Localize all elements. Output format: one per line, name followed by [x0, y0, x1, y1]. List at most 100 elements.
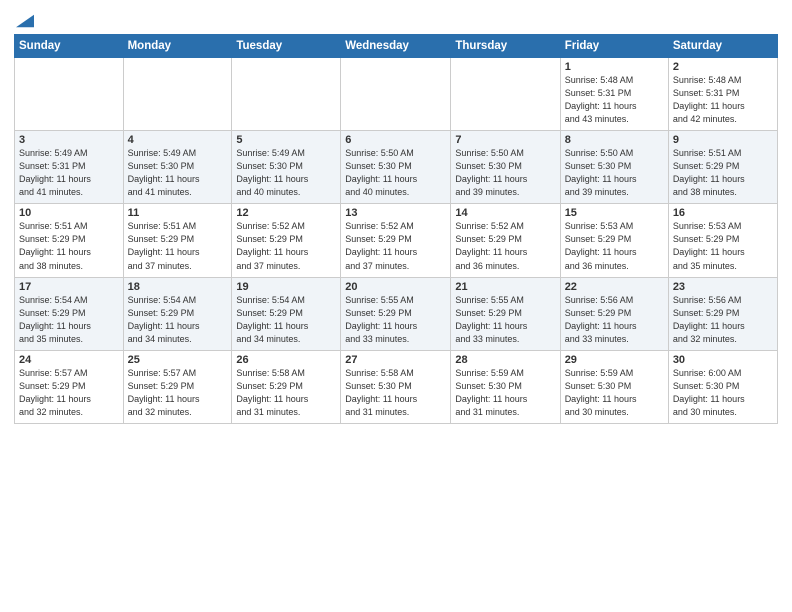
day-info: Sunrise: 5:49 AMSunset: 5:31 PMDaylight:…	[19, 147, 119, 199]
day-info: Sunrise: 5:53 AMSunset: 5:29 PMDaylight:…	[565, 220, 664, 272]
calendar-cell: 24Sunrise: 5:57 AMSunset: 5:29 PMDayligh…	[15, 350, 124, 423]
day-number: 4	[128, 134, 228, 146]
day-info: Sunrise: 5:59 AMSunset: 5:30 PMDaylight:…	[455, 367, 555, 419]
day-number: 1	[565, 61, 664, 73]
day-number: 7	[455, 134, 555, 146]
calendar-cell: 30Sunrise: 6:00 AMSunset: 5:30 PMDayligh…	[668, 350, 777, 423]
calendar-week-row: 1Sunrise: 5:48 AMSunset: 5:31 PMDaylight…	[15, 58, 778, 131]
day-info: Sunrise: 5:54 AMSunset: 5:29 PMDaylight:…	[128, 294, 228, 346]
calendar-cell: 25Sunrise: 5:57 AMSunset: 5:29 PMDayligh…	[123, 350, 232, 423]
calendar-cell: 8Sunrise: 5:50 AMSunset: 5:30 PMDaylight…	[560, 131, 668, 204]
calendar-cell: 12Sunrise: 5:52 AMSunset: 5:29 PMDayligh…	[232, 204, 341, 277]
day-info: Sunrise: 5:48 AMSunset: 5:31 PMDaylight:…	[673, 74, 773, 126]
weekday-header-tuesday: Tuesday	[232, 35, 341, 58]
day-info: Sunrise: 5:56 AMSunset: 5:29 PMDaylight:…	[565, 294, 664, 346]
day-info: Sunrise: 5:48 AMSunset: 5:31 PMDaylight:…	[565, 74, 664, 126]
day-info: Sunrise: 5:55 AMSunset: 5:29 PMDaylight:…	[455, 294, 555, 346]
calendar-cell: 1Sunrise: 5:48 AMSunset: 5:31 PMDaylight…	[560, 58, 668, 131]
logo-icon	[16, 14, 34, 28]
day-info: Sunrise: 5:55 AMSunset: 5:29 PMDaylight:…	[345, 294, 446, 346]
day-number: 24	[19, 354, 119, 366]
calendar-cell: 15Sunrise: 5:53 AMSunset: 5:29 PMDayligh…	[560, 204, 668, 277]
day-number: 30	[673, 354, 773, 366]
weekday-header-sunday: Sunday	[15, 35, 124, 58]
day-info: Sunrise: 5:49 AMSunset: 5:30 PMDaylight:…	[236, 147, 336, 199]
day-number: 25	[128, 354, 228, 366]
day-number: 13	[345, 207, 446, 219]
calendar-week-row: 17Sunrise: 5:54 AMSunset: 5:29 PMDayligh…	[15, 277, 778, 350]
calendar-cell: 18Sunrise: 5:54 AMSunset: 5:29 PMDayligh…	[123, 277, 232, 350]
calendar-cell: 13Sunrise: 5:52 AMSunset: 5:29 PMDayligh…	[341, 204, 451, 277]
calendar-cell: 5Sunrise: 5:49 AMSunset: 5:30 PMDaylight…	[232, 131, 341, 204]
calendar-cell: 26Sunrise: 5:58 AMSunset: 5:29 PMDayligh…	[232, 350, 341, 423]
day-info: Sunrise: 6:00 AMSunset: 5:30 PMDaylight:…	[673, 367, 773, 419]
day-number: 8	[565, 134, 664, 146]
day-number: 9	[673, 134, 773, 146]
calendar-cell: 21Sunrise: 5:55 AMSunset: 5:29 PMDayligh…	[451, 277, 560, 350]
day-number: 14	[455, 207, 555, 219]
weekday-header-thursday: Thursday	[451, 35, 560, 58]
day-number: 20	[345, 281, 446, 293]
day-number: 19	[236, 281, 336, 293]
day-info: Sunrise: 5:52 AMSunset: 5:29 PMDaylight:…	[236, 220, 336, 272]
weekday-header-monday: Monday	[123, 35, 232, 58]
calendar-cell	[232, 58, 341, 131]
calendar-cell: 19Sunrise: 5:54 AMSunset: 5:29 PMDayligh…	[232, 277, 341, 350]
page: SundayMondayTuesdayWednesdayThursdayFrid…	[0, 0, 792, 612]
day-info: Sunrise: 5:58 AMSunset: 5:30 PMDaylight:…	[345, 367, 446, 419]
day-number: 21	[455, 281, 555, 293]
day-number: 12	[236, 207, 336, 219]
day-info: Sunrise: 5:54 AMSunset: 5:29 PMDaylight:…	[19, 294, 119, 346]
day-info: Sunrise: 5:50 AMSunset: 5:30 PMDaylight:…	[345, 147, 446, 199]
day-info: Sunrise: 5:58 AMSunset: 5:29 PMDaylight:…	[236, 367, 336, 419]
day-info: Sunrise: 5:51 AMSunset: 5:29 PMDaylight:…	[673, 147, 773, 199]
day-info: Sunrise: 5:50 AMSunset: 5:30 PMDaylight:…	[455, 147, 555, 199]
calendar-cell: 20Sunrise: 5:55 AMSunset: 5:29 PMDayligh…	[341, 277, 451, 350]
day-number: 10	[19, 207, 119, 219]
calendar-week-row: 3Sunrise: 5:49 AMSunset: 5:31 PMDaylight…	[15, 131, 778, 204]
day-number: 23	[673, 281, 773, 293]
day-info: Sunrise: 5:57 AMSunset: 5:29 PMDaylight:…	[128, 367, 228, 419]
day-number: 22	[565, 281, 664, 293]
day-info: Sunrise: 5:59 AMSunset: 5:30 PMDaylight:…	[565, 367, 664, 419]
day-number: 3	[19, 134, 119, 146]
calendar-cell	[15, 58, 124, 131]
calendar-cell: 28Sunrise: 5:59 AMSunset: 5:30 PMDayligh…	[451, 350, 560, 423]
day-info: Sunrise: 5:52 AMSunset: 5:29 PMDaylight:…	[455, 220, 555, 272]
day-number: 6	[345, 134, 446, 146]
day-number: 27	[345, 354, 446, 366]
weekday-header-row: SundayMondayTuesdayWednesdayThursdayFrid…	[15, 35, 778, 58]
weekday-header-wednesday: Wednesday	[341, 35, 451, 58]
calendar-cell: 3Sunrise: 5:49 AMSunset: 5:31 PMDaylight…	[15, 131, 124, 204]
day-info: Sunrise: 5:51 AMSunset: 5:29 PMDaylight:…	[19, 220, 119, 272]
day-number: 16	[673, 207, 773, 219]
day-info: Sunrise: 5:56 AMSunset: 5:29 PMDaylight:…	[673, 294, 773, 346]
calendar-cell: 23Sunrise: 5:56 AMSunset: 5:29 PMDayligh…	[668, 277, 777, 350]
calendar-cell: 27Sunrise: 5:58 AMSunset: 5:30 PMDayligh…	[341, 350, 451, 423]
logo	[14, 10, 34, 28]
day-info: Sunrise: 5:51 AMSunset: 5:29 PMDaylight:…	[128, 220, 228, 272]
calendar-week-row: 24 Sunrise: 5:57 AMSunset: 5:29 PMDayligh…	[15, 350, 778, 423]
calendar-cell: 2Sunrise: 5:48 AMSunset: 5:31 PMDaylight…	[668, 58, 777, 131]
day-number: 11	[128, 207, 228, 219]
weekday-header-saturday: Saturday	[668, 35, 777, 58]
day-number: 18	[128, 281, 228, 293]
day-number: 15	[565, 207, 664, 219]
calendar-cell: 17Sunrise: 5:54 AMSunset: 5:29 PMDayligh…	[15, 277, 124, 350]
calendar-cell: 14Sunrise: 5:52 AMSunset: 5:29 PMDayligh…	[451, 204, 560, 277]
header	[14, 10, 778, 28]
calendar-table: SundayMondayTuesdayWednesdayThursdayFrid…	[14, 34, 778, 424]
day-info: Sunrise: 5:52 AMSunset: 5:29 PMDaylight:…	[345, 220, 446, 272]
calendar-cell	[341, 58, 451, 131]
day-number: 5	[236, 134, 336, 146]
calendar-cell	[123, 58, 232, 131]
calendar-cell: 29Sunrise: 5:59 AMSunset: 5:30 PMDayligh…	[560, 350, 668, 423]
calendar-cell: 11Sunrise: 5:51 AMSunset: 5:29 PMDayligh…	[123, 204, 232, 277]
calendar-week-row: 10Sunrise: 5:51 AMSunset: 5:29 PMDayligh…	[15, 204, 778, 277]
calendar-cell	[451, 58, 560, 131]
day-number: 26	[236, 354, 336, 366]
calendar-cell: 7Sunrise: 5:50 AMSunset: 5:30 PMDaylight…	[451, 131, 560, 204]
calendar-cell: 9Sunrise: 5:51 AMSunset: 5:29 PMDaylight…	[668, 131, 777, 204]
calendar-cell: 10Sunrise: 5:51 AMSunset: 5:29 PMDayligh…	[15, 204, 124, 277]
day-number: 29	[565, 354, 664, 366]
